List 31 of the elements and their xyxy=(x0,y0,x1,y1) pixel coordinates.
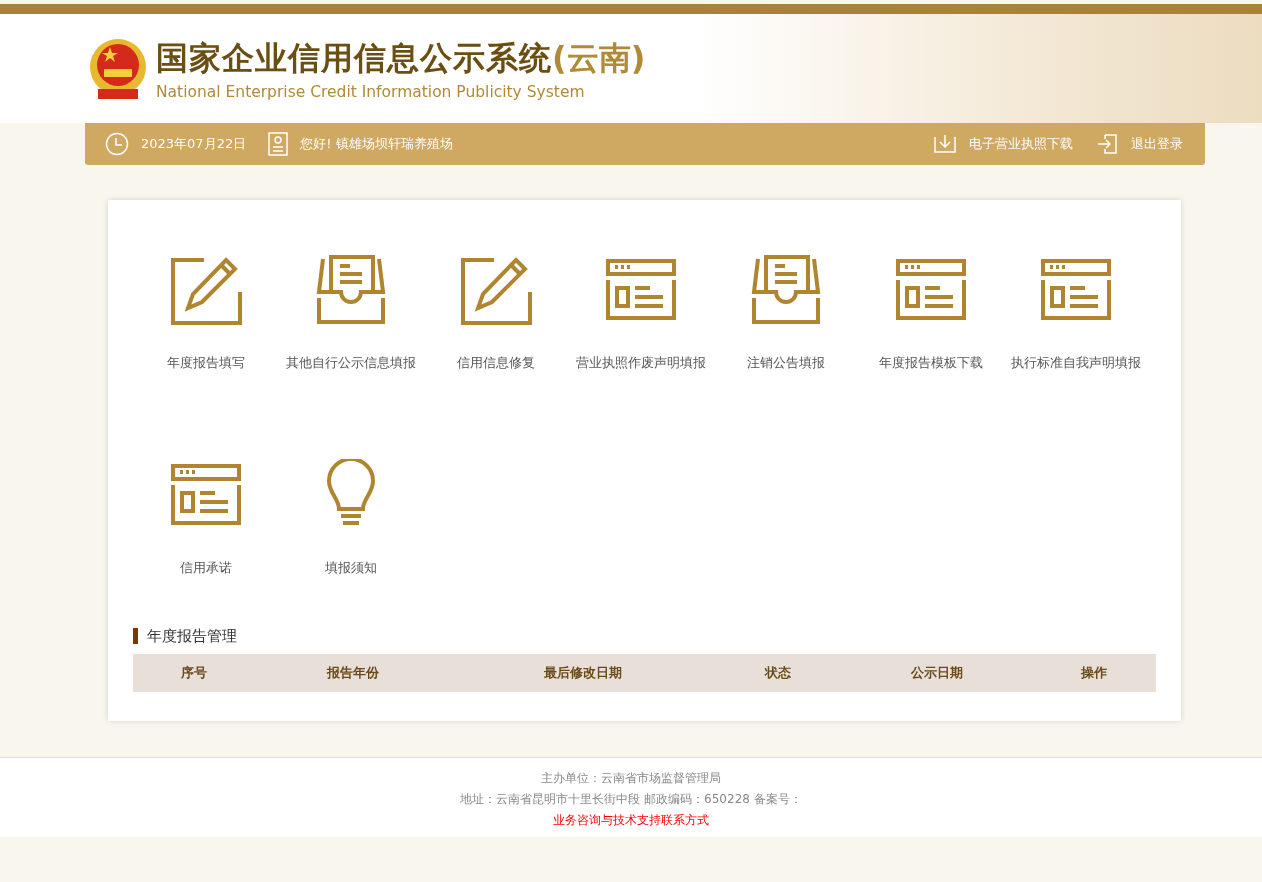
user-card-icon xyxy=(268,132,289,156)
inbox-document-icon xyxy=(749,254,822,326)
menu-item-label[interactable]: 执行标准自我声明填报 xyxy=(1010,354,1141,372)
site-title: 国家企业信用信息公示系统 xyxy=(156,37,552,79)
menu-item-label[interactable]: 年度报告填写 xyxy=(166,354,245,372)
clock-icon xyxy=(105,132,129,156)
download-icon xyxy=(933,132,957,156)
menu-item-label[interactable]: 其他自行公示信息填报 xyxy=(285,354,416,372)
greeting-text: 您好! 镇雄场坝轩瑞养殖场 xyxy=(300,135,453,153)
column-header: 公示日期 xyxy=(909,664,964,682)
region-title: (云南) xyxy=(552,37,646,79)
national-emblem-icon xyxy=(88,36,148,101)
site-subtitle: National Enterprise Credit Information Publicity System xyxy=(156,82,586,101)
menu-item-label[interactable]: 信用信息修复 xyxy=(456,354,535,372)
menu-item-label[interactable]: 信用承诺 xyxy=(179,559,232,577)
footer-address: 地址：云南省昆明市十里长街中段 邮政编码：650228 备案号： xyxy=(460,791,802,808)
column-header: 序号 xyxy=(180,664,208,682)
footer-sponsor: 主办单位：云南省市场监督管理局 xyxy=(541,770,721,787)
section-title: 年度报告管理 xyxy=(133,628,1156,644)
column-header: 状态 xyxy=(763,664,792,682)
menu-item-label[interactable]: 注销公告填报 xyxy=(746,354,825,372)
current-date: 2023年07月22日 xyxy=(141,135,247,153)
column-header: 操作 xyxy=(1080,664,1108,682)
menu-item-label[interactable]: 营业执照作废声明填报 xyxy=(575,354,706,372)
inbox-document-icon xyxy=(314,254,387,326)
contact-link[interactable]: 业务咨询与技术支持联系方式 xyxy=(553,812,709,829)
menu-item-label[interactable]: 年度报告模板下载 xyxy=(878,354,983,372)
logout-icon xyxy=(1095,132,1119,156)
column-header: 报告年份 xyxy=(325,664,380,682)
column-header: 最后修改日期 xyxy=(543,664,623,682)
menu-item-label[interactable]: 填报须知 xyxy=(324,559,377,577)
